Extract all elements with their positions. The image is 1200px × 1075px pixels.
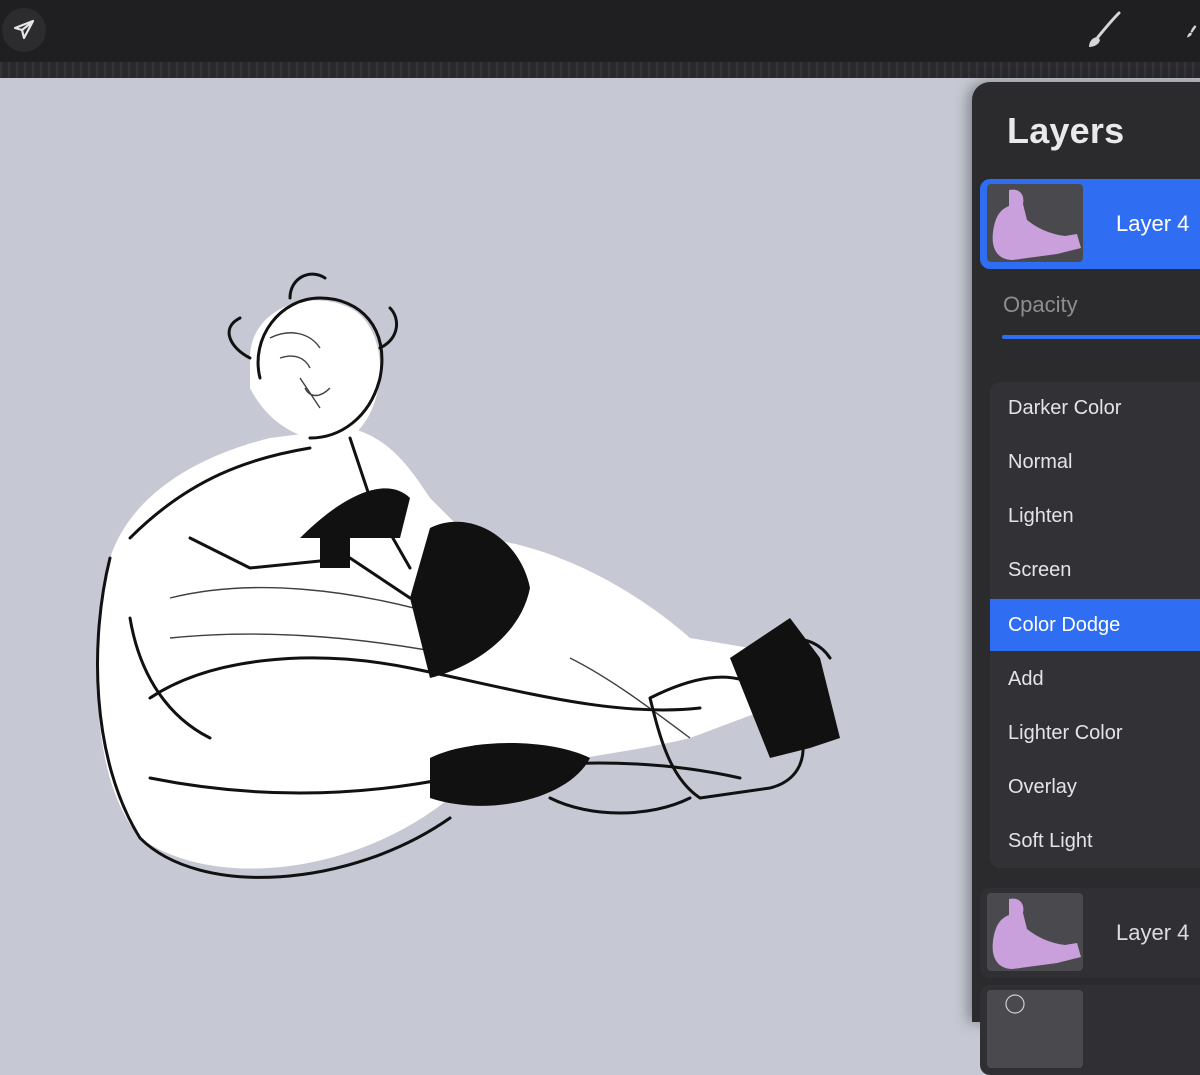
sketch-thumbnail-icon [1005,994,1025,1014]
arrow-cursor-icon [13,19,35,40]
blend-mode-item[interactable]: Lighten [990,490,1200,542]
layer-thumbnail [987,893,1083,971]
blend-mode-item[interactable]: Normal [990,436,1200,488]
smudge-icon [1186,25,1197,38]
figure-thumbnail-icon [992,189,1081,260]
layer-name: Layer 4 [1116,920,1190,945]
brush-tool-button[interactable] [1078,6,1128,56]
blend-mode-item[interactable]: Soft Light [990,815,1200,867]
layer-thumbnail [987,990,1083,1068]
opacity-label: Opacity [1003,292,1078,317]
blend-mode-item[interactable]: Overlay [990,761,1200,813]
blend-mode-item-selected[interactable]: Color Dodge [990,599,1200,651]
layer-name: Layer 4 [1116,211,1190,236]
layer-row[interactable] [980,985,1200,1075]
figure-thumbnail-icon [992,898,1081,969]
layers-panel: Layers Layer 4 Opacity Darker Color Norm… [972,82,1200,1075]
layers-panel-title: Layers [1007,110,1125,151]
smudge-tool-button[interactable] [1170,6,1200,56]
layer-row[interactable]: Layer 4 [980,888,1200,978]
top-toolbar [0,0,1200,62]
toolbar-ruler-strip [0,62,1200,78]
blend-mode-item[interactable]: Add [990,653,1200,705]
blend-mode-item[interactable]: Darker Color [990,382,1200,434]
artwork-figure [96,272,840,879]
brush-icon [1089,11,1121,47]
transform-button[interactable] [2,8,46,52]
blend-mode-list: Darker Color Normal Lighten Screen Color… [990,382,1200,868]
blend-mode-item[interactable]: Lighter Color [990,707,1200,759]
layer-thumbnail [987,184,1083,262]
layer-row-active[interactable]: Layer 4 [980,179,1200,269]
blend-mode-item[interactable]: Screen [990,544,1200,596]
opacity-slider[interactable] [1002,335,1200,339]
